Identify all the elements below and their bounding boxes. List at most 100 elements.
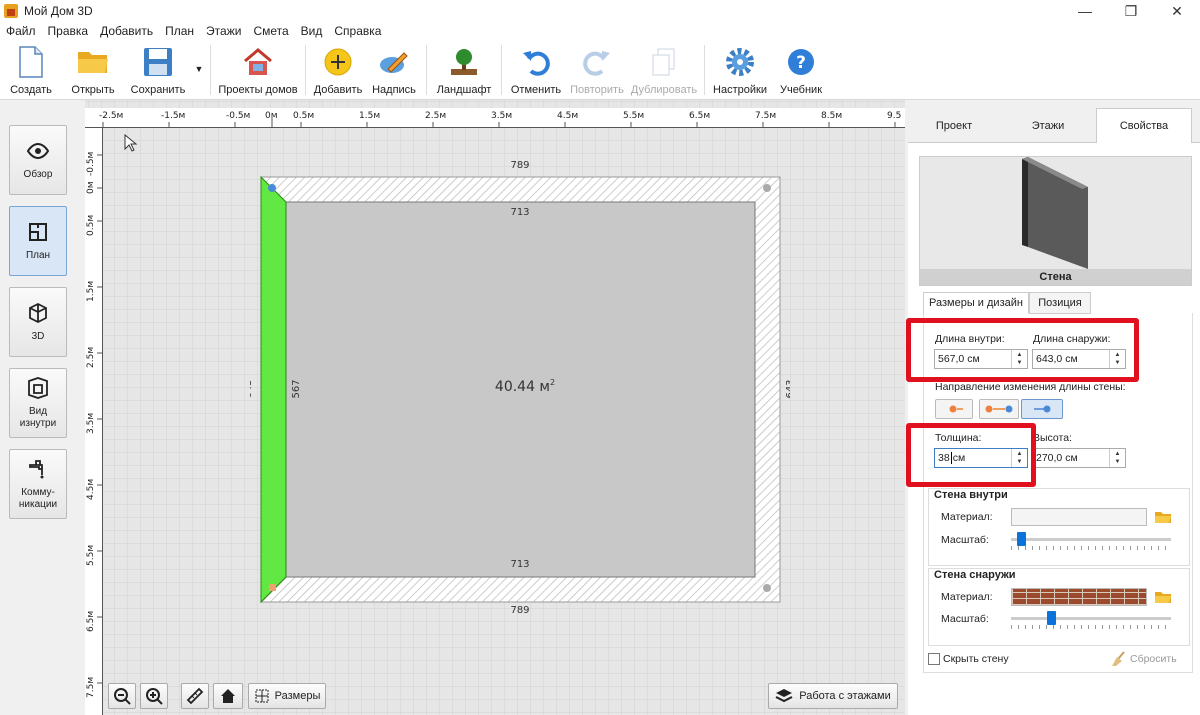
mouse-cursor-icon: [124, 134, 138, 152]
menu-file[interactable]: Файл: [6, 24, 36, 38]
tab-project[interactable]: Проект: [908, 108, 1000, 143]
zoom-in-button[interactable]: [140, 683, 168, 709]
ruler-h-label: -0.5м: [226, 111, 250, 121]
home-icon: [221, 689, 235, 703]
ruler-v-label: 1.5м: [86, 281, 96, 302]
add-button[interactable]: Добавить: [310, 40, 366, 100]
dimensions-button[interactable]: Размеры: [248, 683, 326, 709]
ruler-h-label: 7.5м: [755, 111, 776, 121]
dimension-left-inner: 567: [291, 379, 302, 398]
inner-material-swatch[interactable]: [1011, 508, 1147, 526]
layers-icon: [775, 689, 793, 703]
menu-help[interactable]: Справка: [334, 24, 381, 38]
close-button[interactable]: ✕: [1154, 0, 1200, 22]
tab-floors[interactable]: Этажи: [1000, 108, 1096, 143]
direction-end-button[interactable]: [1021, 399, 1063, 419]
overview-button[interactable]: Обзор: [9, 125, 67, 195]
menu-estimate[interactable]: Смета: [253, 24, 288, 38]
ruler-h-label: 2.5м: [425, 111, 446, 121]
faucet-icon: [29, 460, 44, 479]
outer-material-label: Материал:: [941, 591, 993, 603]
zoom-out-button[interactable]: [108, 683, 136, 709]
save-button[interactable]: Сохранить: [124, 40, 192, 100]
preview-label: Стена: [920, 269, 1191, 285]
svg-text:?: ?: [796, 53, 806, 73]
redo-button[interactable]: Повторить: [566, 40, 628, 100]
menu-add[interactable]: Добавить: [100, 24, 153, 38]
outer-scale-slider[interactable]: [1011, 617, 1171, 620]
app-logo-icon: [4, 4, 18, 18]
folder-open-icon[interactable]: [1154, 510, 1172, 524]
dimension-top-outer: 789: [510, 160, 529, 171]
dimension-bottom-outer: 789: [510, 605, 529, 615]
outer-material-swatch[interactable]: [1011, 588, 1147, 606]
subtabs: Размеры и дизайн Позиция: [923, 292, 1193, 314]
tutorial-button[interactable]: ? Учебник: [771, 40, 831, 100]
ruler-h-label: 5.5м: [623, 111, 644, 121]
communications-button[interactable]: Комму- никации: [9, 449, 67, 519]
direction-both-button[interactable]: [979, 399, 1019, 419]
reset-button[interactable]: Сбросить: [1130, 653, 1177, 665]
hide-wall-checkbox[interactable]: [928, 653, 940, 665]
menu-edit[interactable]: Правка: [48, 24, 89, 38]
outer-wall-title: Стена снаружи: [934, 569, 1016, 581]
ruler-v-label: 3.5м: [86, 413, 96, 434]
new-document-icon: [15, 46, 47, 78]
tab-size-design[interactable]: Размеры и дизайн: [923, 292, 1029, 314]
menu-plan[interactable]: План: [165, 24, 194, 38]
folder-open-icon[interactable]: [1154, 590, 1172, 604]
spin-arrows-icon[interactable]: ▲ ▼: [1109, 449, 1125, 467]
corner-handle[interactable]: [763, 584, 771, 592]
inside-view-button[interactable]: Вид изнутри: [9, 368, 67, 438]
wall-endpoint-handle[interactable]: [268, 184, 276, 192]
zoom-out-icon: [114, 688, 131, 705]
floppy-disk-icon: [142, 46, 174, 78]
tab-position[interactable]: Позиция: [1029, 292, 1091, 314]
save-dropdown-chevron-icon[interactable]: ▼: [192, 40, 206, 74]
corner-handle[interactable]: [763, 184, 771, 192]
room-area: 40.44 м2: [495, 378, 555, 395]
window-title: Мой Дом 3D: [24, 4, 93, 18]
ruler-v-label: 4.5м: [86, 479, 96, 500]
height-label: Высота:: [1033, 432, 1072, 444]
undo-button[interactable]: Отменить: [506, 40, 566, 100]
ruler-v-label: 7.5м: [86, 677, 96, 698]
direction-start-button[interactable]: [935, 399, 973, 419]
selected-wall[interactable]: [260, 175, 287, 604]
ruler-h-label: 3.5м: [491, 111, 512, 121]
minimize-button[interactable]: —: [1062, 0, 1108, 22]
create-button[interactable]: Создать: [0, 40, 62, 100]
outer-scale-thumb[interactable]: [1047, 611, 1056, 625]
landscape-button[interactable]: Ландшафт: [431, 40, 497, 100]
duplicate-button[interactable]: Дублировать: [628, 40, 700, 100]
height-input[interactable]: 270,0 см ▲ ▼: [1032, 448, 1126, 468]
inner-scale-thumb[interactable]: [1016, 532, 1026, 546]
ruler-h-label: 9.5: [887, 111, 901, 121]
eye-icon: [26, 142, 50, 160]
tab-properties[interactable]: Свойства: [1096, 108, 1192, 143]
broom-icon: [1112, 651, 1125, 666]
open-button[interactable]: Открыть: [62, 40, 124, 100]
plan-button[interactable]: План: [9, 206, 67, 276]
house-projects-button[interactable]: Проекты домов: [215, 40, 301, 100]
wall-preview: Стена: [919, 156, 1192, 286]
menu-view[interactable]: Вид: [301, 24, 323, 38]
inner-scale-label: Масштаб:: [941, 534, 989, 546]
caption-button[interactable]: Надпись: [366, 40, 422, 100]
settings-button[interactable]: Настройки: [709, 40, 771, 100]
menu-floors[interactable]: Этажи: [206, 24, 241, 38]
plus-circle-icon: [322, 46, 354, 78]
inner-wall-title: Стена внутри: [934, 489, 1008, 501]
outer-scale-label: Масштаб:: [941, 613, 989, 625]
floors-work-button[interactable]: Работа с этажами: [768, 683, 898, 709]
ruler-h-label: -1.5м: [161, 111, 185, 121]
floor-plan-icon: [29, 223, 47, 241]
home-button[interactable]: [213, 683, 243, 709]
inner-scale-slider[interactable]: [1011, 538, 1171, 541]
direction-both-icon: [985, 405, 1013, 413]
measure-button[interactable]: [181, 683, 209, 709]
view-3d-button[interactable]: 3D: [9, 287, 67, 357]
maximize-button[interactable]: ❐: [1108, 0, 1154, 22]
toolbar-divider: [501, 45, 502, 95]
wall-endpoint-handle[interactable]: [269, 584, 276, 591]
